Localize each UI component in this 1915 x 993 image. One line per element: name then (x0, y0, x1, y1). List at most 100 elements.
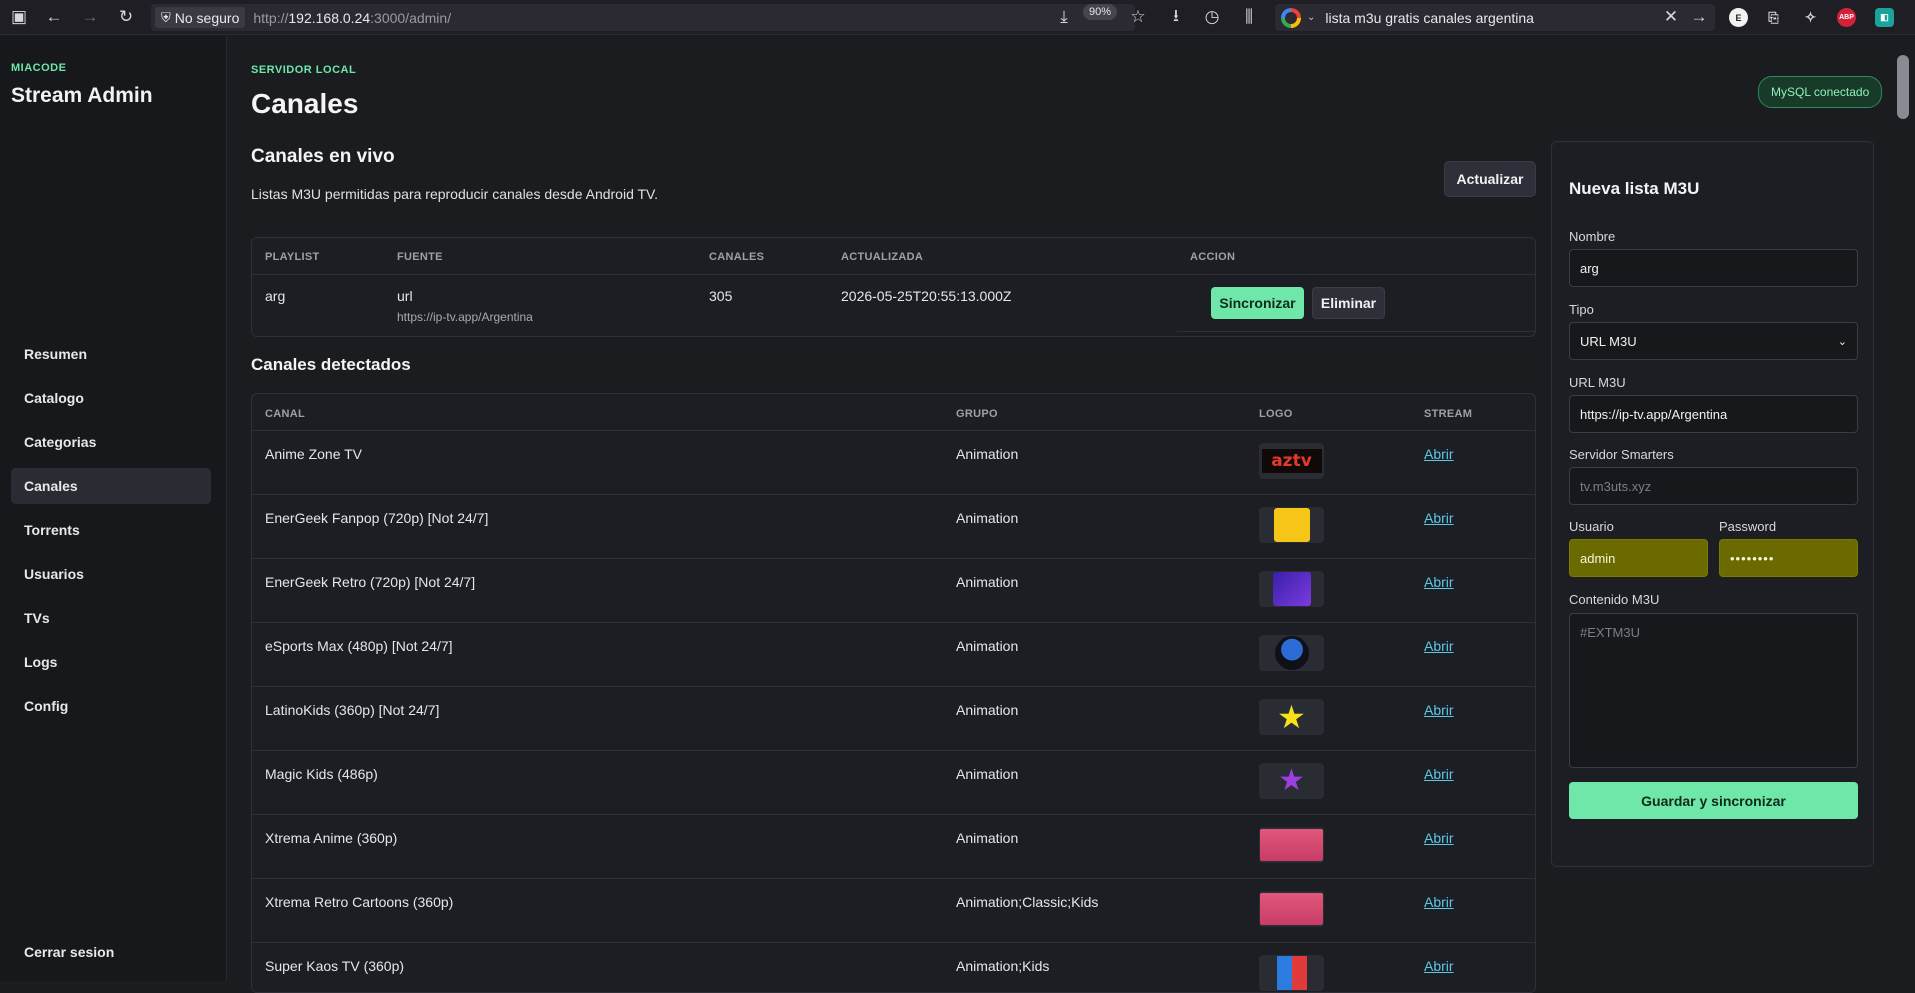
channel-logo: aztv (1259, 443, 1324, 479)
password-field[interactable]: •••••••• (1719, 539, 1858, 577)
sidebar-item-resumen[interactable]: Resumen (11, 336, 211, 372)
open-stream-link[interactable]: Abrir (1424, 446, 1454, 462)
name-field[interactable]: arg (1569, 249, 1858, 287)
open-stream-link[interactable]: Abrir (1424, 766, 1454, 782)
channel-group: Animation (956, 638, 1019, 654)
divider (252, 430, 1535, 431)
address-bar[interactable]: ⛨ No seguro http://192.168.0.24:3000/adm… (151, 4, 1135, 31)
sidebar-toggle-icon[interactable]: ▣ (5, 3, 33, 31)
open-stream-link[interactable]: Abrir (1424, 830, 1454, 846)
channel-name: Xtrema Anime (360p) (265, 830, 398, 846)
playlist-source: url (397, 288, 413, 304)
chevron-down-icon: ⌄ (1837, 335, 1847, 348)
sidebar-item-categorias[interactable]: Categorias (11, 424, 211, 460)
shield-icon: ⛨ (161, 9, 171, 25)
search-bar[interactable]: ⌄ lista m3u gratis canales argentina (1275, 4, 1715, 31)
sidebar-item-config[interactable]: Config (11, 688, 211, 724)
security-indicator[interactable]: ⛨ No seguro (155, 7, 246, 28)
sidebar-item-usuarios[interactable]: Usuarios (11, 556, 211, 592)
sync-button[interactable]: Sincronizar (1211, 287, 1304, 319)
clear-search-icon[interactable]: ✕ (1657, 3, 1685, 31)
aztv-logo-image: aztv (1261, 449, 1322, 473)
open-stream-link[interactable]: Abrir (1424, 638, 1454, 654)
extensions-puzzle-icon[interactable]: ✧ (1801, 8, 1820, 27)
reload-icon[interactable]: ↻ (112, 3, 140, 31)
column-header-fuente: FUENTE (397, 251, 443, 263)
channel-group: Animation (956, 446, 1019, 462)
download-page-icon[interactable]: ⤓ (1050, 3, 1078, 31)
extension-e-icon[interactable]: E (1729, 8, 1748, 27)
column-header-logo: LOGO (1259, 408, 1293, 420)
open-stream-link[interactable]: Abrir (1424, 958, 1454, 974)
type-label: Tipo (1569, 302, 1594, 317)
channel-name: Xtrema Retro Cartoons (360p) (265, 894, 454, 910)
channel-logo (1259, 955, 1324, 991)
sidebar-item-torrents[interactable]: Torrents (11, 512, 211, 548)
channel-group: Animation (956, 510, 1019, 526)
xtrema-logo-image (1260, 829, 1323, 861)
sidebar-item-catalogo[interactable]: Catalogo (11, 380, 211, 416)
divider (252, 814, 1535, 815)
google-icon (1281, 7, 1301, 28)
channel-name: EnerGeek Fanpop (720p) [Not 24/7] (265, 510, 489, 526)
divider (252, 878, 1535, 879)
playlists-table: PLAYLIST FUENTE CANALES ACTUALIZADA ACCI… (251, 237, 1536, 337)
channels-table: CANAL GRUPO LOGO STREAM Anime Zone TV An… (251, 393, 1536, 993)
history-icon[interactable]: ◷ (1198, 3, 1226, 31)
column-header-canal: CANAL (265, 408, 305, 420)
brand-eyebrow: MIACODE (11, 62, 67, 74)
divider (252, 942, 1535, 943)
server-field[interactable]: tv.m3uts.xyz (1569, 467, 1858, 505)
fanpop-logo-image (1273, 508, 1310, 542)
column-header-actualizada: ACTUALIZADA (841, 251, 924, 263)
sidebar-item-canales[interactable]: Canales (11, 468, 211, 504)
forward-icon[interactable]: → (76, 3, 104, 31)
open-stream-link[interactable]: Abrir (1424, 510, 1454, 526)
channel-name: Super Kaos TV (360p) (265, 958, 405, 974)
url-field[interactable]: https://ip-tv.app/Argentina (1569, 395, 1858, 433)
extension-teal-icon[interactable]: ◧ (1875, 8, 1894, 27)
bookmark-star-icon[interactable]: ☆ (1124, 3, 1152, 31)
channel-logo (1259, 827, 1324, 863)
content-textarea[interactable]: #EXTM3U (1569, 613, 1858, 768)
refresh-button[interactable]: Actualizar (1444, 161, 1536, 197)
delete-button[interactable]: Eliminar (1312, 287, 1385, 319)
playlist-name: arg (265, 288, 286, 304)
channel-group: Animation (956, 766, 1019, 782)
adblock-plus-icon[interactable]: ABP (1837, 8, 1856, 27)
chevron-down-icon[interactable]: ⌄ (1307, 12, 1315, 23)
sidebar-item-logs[interactable]: Logs (11, 644, 211, 680)
type-select[interactable]: URL M3U ⌄ (1569, 322, 1858, 360)
channel-logo (1259, 891, 1324, 927)
divider (252, 558, 1535, 559)
detected-channels-heading: Canales detectados (251, 355, 411, 374)
zoom-level[interactable]: 90% (1083, 4, 1118, 20)
divider (252, 274, 1535, 275)
url-label: URL M3U (1569, 375, 1626, 390)
downloads-icon[interactable]: ⭳ (1162, 3, 1190, 31)
channel-group: Animation;Classic;Kids (956, 894, 1099, 910)
xtrema-logo-image (1260, 893, 1323, 925)
back-icon[interactable]: ← (40, 3, 68, 31)
channel-name: Magic Kids (486p) (265, 766, 378, 782)
new-m3u-form: Nueva lista M3U Nombre arg Tipo URL M3U … (1551, 141, 1874, 867)
status-badge: MySQL conectado (1758, 76, 1883, 108)
page-eyebrow: SERVIDOR LOCAL (251, 64, 357, 76)
name-label: Nombre (1569, 229, 1616, 244)
column-header-playlist: PLAYLIST (265, 251, 320, 263)
star-logo-icon: ★ (1277, 699, 1306, 735)
channel-group: Animation (956, 830, 1019, 846)
user-field[interactable]: admin (1569, 539, 1708, 577)
open-stream-link[interactable]: Abrir (1424, 702, 1454, 718)
scrollbar-thumb[interactable] (1897, 55, 1909, 119)
sidebar-item-tvs[interactable]: TVs (11, 600, 211, 636)
save-and-sync-button[interactable]: Guardar y sincronizar (1569, 782, 1858, 819)
server-label: Servidor Smarters (1569, 447, 1674, 462)
logout-link[interactable]: Cerrar sesion (24, 944, 114, 960)
library-icon[interactable]: ⫼ (1235, 3, 1263, 31)
open-stream-link[interactable]: Abrir (1424, 574, 1454, 590)
open-stream-link[interactable]: Abrir (1424, 894, 1454, 910)
extension-settings-icon[interactable]: ⎘ (1764, 8, 1783, 27)
channel-logo (1259, 571, 1324, 607)
go-arrow-icon[interactable]: → (1685, 3, 1713, 31)
